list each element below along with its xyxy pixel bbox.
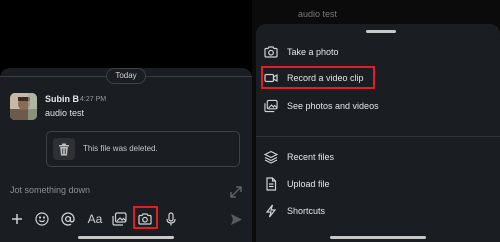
sheet-grabber[interactable] — [366, 30, 396, 33]
attachment-sheet: Take a photo Record a video clip See pho… — [256, 24, 500, 242]
menu-label-take-photo: Take a photo — [287, 47, 339, 57]
home-indicator[interactable] — [78, 236, 174, 239]
avatar[interactable] — [10, 93, 37, 120]
menu-item-upload-file[interactable]: Upload file — [256, 174, 500, 196]
menu-item-recent-files[interactable]: Recent files — [256, 147, 500, 169]
text-format-icon[interactable]: Aa — [86, 211, 104, 227]
deleted-file-text: This file was deleted. — [83, 144, 158, 153]
day-divider-label[interactable]: Today — [106, 68, 146, 84]
microphone-icon[interactable] — [163, 211, 179, 227]
lightning-icon — [264, 204, 278, 218]
message-input[interactable]: Jot something down — [10, 185, 90, 195]
home-indicator[interactable] — [330, 236, 426, 239]
menu-item-see-photos[interactable]: See photos and videos — [256, 96, 500, 118]
expand-icon[interactable] — [230, 185, 242, 198]
gallery-icon[interactable] — [111, 211, 127, 227]
emoji-icon[interactable] — [34, 211, 50, 227]
menu-item-take-photo[interactable]: Take a photo — [256, 42, 500, 64]
attachment-screen: audio test Take a photo Record a video c… — [252, 0, 500, 242]
deleted-file-card: This file was deleted. — [46, 131, 240, 167]
plus-icon[interactable] — [9, 211, 25, 227]
camera-highlight — [133, 206, 158, 229]
menu-item-shortcuts[interactable]: Shortcuts — [256, 201, 500, 223]
menu-label-see-photos: See photos and videos — [287, 101, 379, 111]
menu-label-upload-file: Upload file — [287, 179, 330, 189]
camera-icon — [264, 45, 278, 59]
trash-icon — [53, 138, 75, 160]
message-author[interactable]: Subin B — [45, 94, 79, 104]
send-icon[interactable] — [228, 211, 244, 227]
mention-icon[interactable] — [60, 211, 76, 227]
layers-icon — [263, 150, 279, 164]
message-timestamp: 4:27 PM — [80, 96, 107, 103]
chat-screen: Today Subin B 4:27 PM audio test This fi… — [0, 0, 252, 242]
gallery-icon — [264, 99, 278, 113]
background-message-text: audio test — [298, 9, 338, 19]
message-text: audio test — [45, 108, 85, 118]
sheet-divider — [256, 136, 500, 137]
menu-label-shortcuts: Shortcuts — [287, 206, 326, 216]
file-icon — [264, 177, 278, 191]
menu-label-recent-files: Recent files — [287, 152, 335, 162]
record-video-highlight — [261, 66, 375, 89]
